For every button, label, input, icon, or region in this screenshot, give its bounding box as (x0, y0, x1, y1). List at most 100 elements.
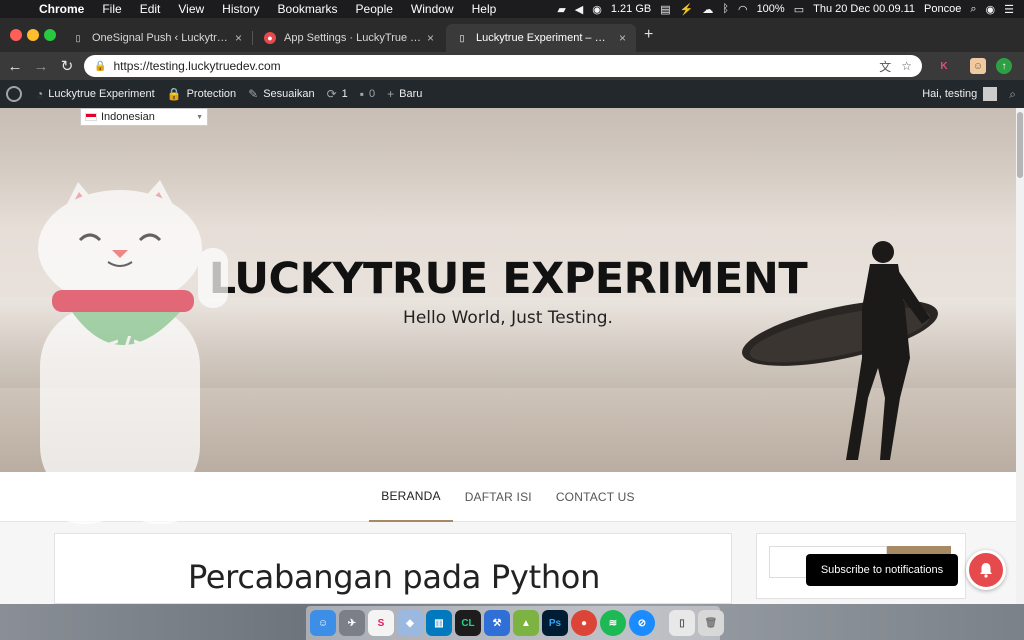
battery-percent[interactable]: 100% (757, 3, 785, 15)
chrome-icon[interactable]: ● (571, 610, 597, 636)
lock-icon[interactable]: 🔒 (94, 61, 106, 72)
speaker-icon[interactable]: ◀ (575, 3, 583, 16)
comment-icon: ▪ (359, 87, 365, 101)
chevron-down-icon: ▼ (196, 113, 203, 121)
reload-button[interactable]: ↻ (54, 57, 80, 75)
customize-label: Sesuaikan (263, 88, 315, 100)
admin-updates[interactable]: ⟳ 1 (321, 87, 354, 101)
brush-icon: ✎ (248, 87, 259, 101)
menu-view[interactable]: View (169, 2, 213, 16)
slack-icon[interactable]: S (368, 610, 394, 636)
trello-icon[interactable]: ▥ (426, 610, 452, 636)
close-icon[interactable]: × (427, 31, 434, 45)
close-icon[interactable]: × (235, 31, 242, 45)
android-studio-icon[interactable]: ▲ (513, 610, 539, 636)
indonesia-flag-icon (85, 113, 97, 121)
language-selector[interactable]: Indonesian ▼ (80, 108, 208, 126)
page-icon: ▯ (75, 32, 81, 43)
translate-icon[interactable]: 文 (879, 58, 891, 75)
close-window-button[interactable] (10, 29, 22, 41)
bluetooth-icon[interactable]: ᛒ (722, 3, 729, 15)
language-label: Indonesian (101, 111, 155, 123)
clock[interactable]: Thu 20 Dec 00.09.11 (813, 3, 915, 15)
menu-window[interactable]: Window (402, 2, 463, 16)
site-name-label: Luckytrue Experiment (48, 88, 155, 100)
nav-beranda[interactable]: BERANDA (369, 472, 453, 522)
menu-people[interactable]: People (347, 2, 402, 16)
tab-app-settings[interactable]: ● App Settings · LuckyTrue Testi × (254, 24, 444, 52)
virtualbox-icon[interactable]: ◆ (397, 610, 423, 636)
bell-icon (980, 563, 992, 578)
scrollbar-thumb[interactable] (1017, 112, 1023, 178)
search-icon[interactable]: ⌕ (1009, 87, 1016, 102)
back-button[interactable]: ← (2, 58, 28, 75)
memory-usage[interactable]: 1.21 GB (611, 3, 651, 15)
notification-bell-button[interactable] (966, 550, 1006, 590)
photoshop-icon[interactable]: Ps (542, 610, 568, 636)
menu-history[interactable]: History (213, 2, 268, 16)
dashboard-icon: ◔ (36, 87, 44, 101)
trash-icon[interactable]: 🗑 (698, 610, 724, 636)
menu-edit[interactable]: Edit (131, 2, 170, 16)
menu-chrome[interactable]: Chrome (30, 2, 93, 16)
new-tab-button[interactable]: + (644, 26, 653, 44)
admin-customize[interactable]: ✎ Sesuaikan (242, 87, 320, 101)
tab-divider (252, 31, 253, 45)
drive-icon[interactable]: ▤ (660, 3, 670, 16)
tab-title: App Settings · LuckyTrue Testi (284, 32, 421, 44)
browser-toolbar: ← → ↻ 🔒 https://testing.luckytruedev.com… (0, 52, 1024, 80)
minimize-window-button[interactable] (27, 29, 39, 41)
xcode-icon[interactable]: ⚒ (484, 610, 510, 636)
spotify-icon[interactable]: ≋ (600, 610, 626, 636)
forward-button[interactable]: → (28, 58, 54, 75)
extension-avatar-icon[interactable]: ☺ (970, 58, 986, 74)
admin-comments[interactable]: ▪ 0 (354, 87, 381, 101)
cloud-icon[interactable]: ☁ (702, 3, 713, 16)
notification-icon[interactable]: ▰ (557, 3, 565, 16)
url-text[interactable]: https://testing.luckytruedev.com (113, 59, 869, 73)
documents-stack-icon[interactable]: ▯ (669, 610, 695, 636)
spotlight-icon[interactable]: ⌕ (970, 3, 976, 16)
lock-icon: 🔒 (166, 87, 182, 101)
admin-account: Hai, testing ⌕ (922, 87, 1024, 102)
notification-center-icon[interactable]: ☰ (1004, 3, 1014, 16)
close-icon[interactable]: × (619, 31, 626, 45)
flash-icon[interactable]: ⚡ (680, 3, 694, 16)
post-title[interactable]: Percabangan pada Python (55, 558, 733, 596)
nav-contact-us[interactable]: CONTACT US (544, 472, 647, 522)
updates-count: 1 (341, 88, 348, 100)
user-name[interactable]: Poncoe (924, 3, 961, 15)
battery-icon[interactable]: ▭ (794, 3, 804, 16)
plus-icon: + (387, 87, 395, 101)
tab-luckytrue-experiment[interactable]: ▯ Luckytrue Experiment – Hello W × (446, 24, 636, 52)
greeting[interactable]: Hai, testing (922, 88, 977, 100)
macos-dock: ☺ ✈ S ◆ ▥ CL ⚒ ▲ Ps ● ≋ ⊘ ▯ 🗑 (306, 606, 724, 640)
extension-update-icon[interactable]: ↑ (996, 58, 1012, 74)
wordpress-logo-icon[interactable] (6, 86, 22, 102)
surfer-silhouette (742, 241, 938, 460)
finder-icon[interactable]: ☺ (310, 610, 336, 636)
wp-admin-bar: ◔ Luckytrue Experiment 🔒 Protection ✎ Se… (0, 80, 1024, 108)
clion-icon[interactable]: CL (455, 610, 481, 636)
admin-new[interactable]: + Baru (381, 87, 428, 101)
menu-help[interactable]: Help (463, 2, 506, 16)
macos-menu-bar: Chrome File Edit View History Bookmarks … (0, 0, 1024, 18)
tab-onesignal-push[interactable]: ▯ OneSignal Push ‹ Luckytrue Ex × (62, 24, 252, 52)
nav-daftar-isi[interactable]: DAFTAR ISI (453, 472, 544, 522)
siri-icon[interactable]: ◉ (986, 3, 996, 16)
zoom-window-button[interactable] (44, 29, 56, 41)
menu-file[interactable]: File (93, 2, 130, 16)
safari-icon[interactable]: ⊘ (629, 610, 655, 636)
avatar[interactable] (983, 87, 998, 101)
status-area: ▰ ◀ ◉ 1.21 GB ▤ ⚡ ☁ ᛒ ◠ 100% ▭ Thu 20 De… (557, 3, 1024, 16)
bookmark-star-icon[interactable]: ☆ (901, 59, 912, 73)
extension-k-icon[interactable]: K (936, 58, 952, 74)
launchpad-icon[interactable]: ✈ (339, 610, 365, 636)
admin-site-name[interactable]: ◔ Luckytrue Experiment (30, 87, 161, 101)
admin-protection[interactable]: 🔒 Protection (161, 87, 242, 101)
memory-gauge-icon[interactable]: ◉ (592, 3, 602, 16)
wifi-icon[interactable]: ◠ (738, 3, 748, 16)
page-scrollbar[interactable] (1016, 108, 1024, 604)
menu-bookmarks[interactable]: Bookmarks (269, 2, 347, 16)
address-bar[interactable]: 🔒 https://testing.luckytruedev.com 文 ☆ (84, 55, 922, 77)
